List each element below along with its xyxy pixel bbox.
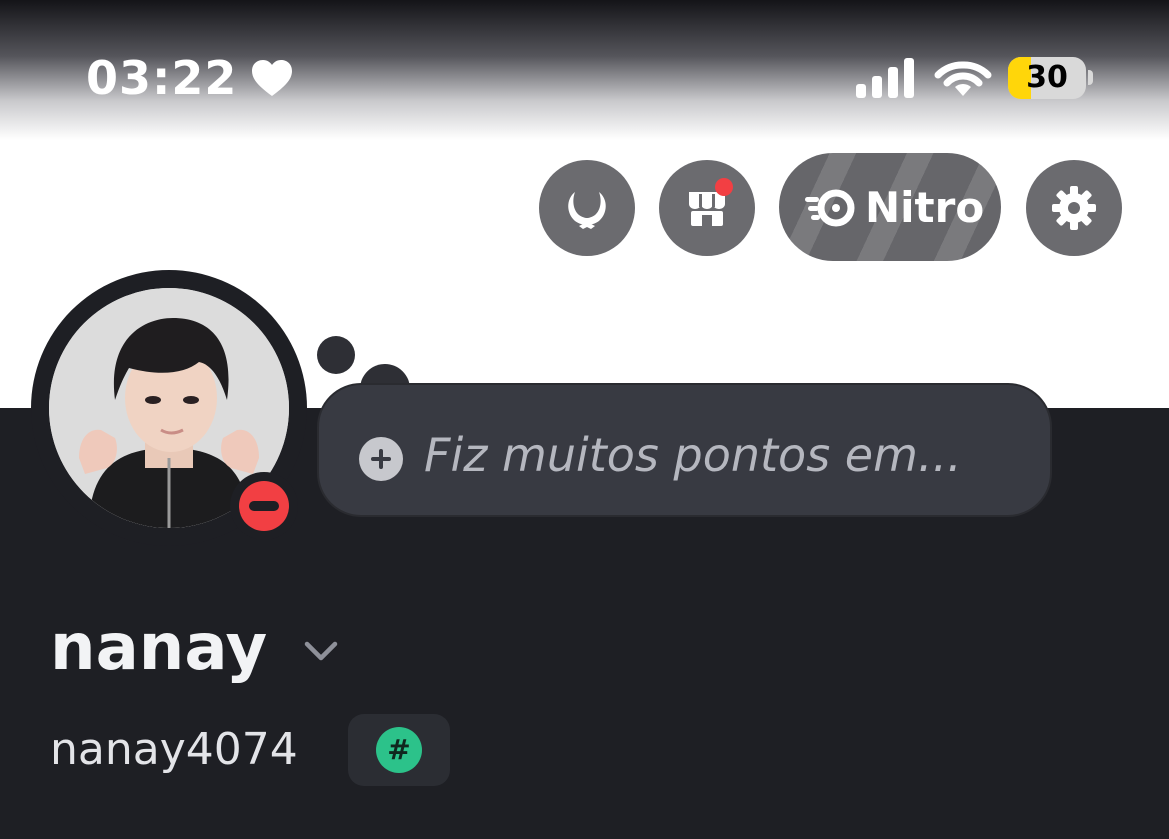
custom-status-placeholder: Fiz muitos pontos em... xyxy=(424,428,962,482)
wifi-icon xyxy=(934,61,992,96)
nitro-button[interactable]: Nitro xyxy=(779,153,1001,261)
shop-button[interactable] xyxy=(659,160,755,256)
battery-indicator: 30 xyxy=(1008,57,1086,99)
achievements-button[interactable] xyxy=(539,160,635,256)
status-time: 03:22 xyxy=(86,51,238,105)
tag-badge[interactable]: # xyxy=(348,714,450,786)
gear-icon xyxy=(1052,186,1096,230)
status-bar: 03:22 30 xyxy=(0,0,1169,140)
notification-dot xyxy=(715,178,733,196)
do-not-disturb-status-icon xyxy=(239,481,289,531)
heart-icon xyxy=(252,60,292,96)
thought-dot-small xyxy=(317,336,355,374)
chevron-down-icon[interactable] xyxy=(302,638,340,664)
hashtag-badge-icon: # xyxy=(376,727,422,773)
battery-level: 30 xyxy=(1026,60,1068,95)
nitro-icon xyxy=(805,189,855,227)
nitro-label: Nitro xyxy=(865,183,985,232)
laurel-wreath-icon xyxy=(568,192,606,229)
username: nanay4074 xyxy=(50,724,298,775)
display-name[interactable]: nanay xyxy=(50,608,267,688)
settings-button[interactable] xyxy=(1026,160,1122,256)
cellular-signal-icon xyxy=(856,58,914,98)
plus-circle-icon xyxy=(359,437,403,481)
battery-cap xyxy=(1088,70,1093,85)
